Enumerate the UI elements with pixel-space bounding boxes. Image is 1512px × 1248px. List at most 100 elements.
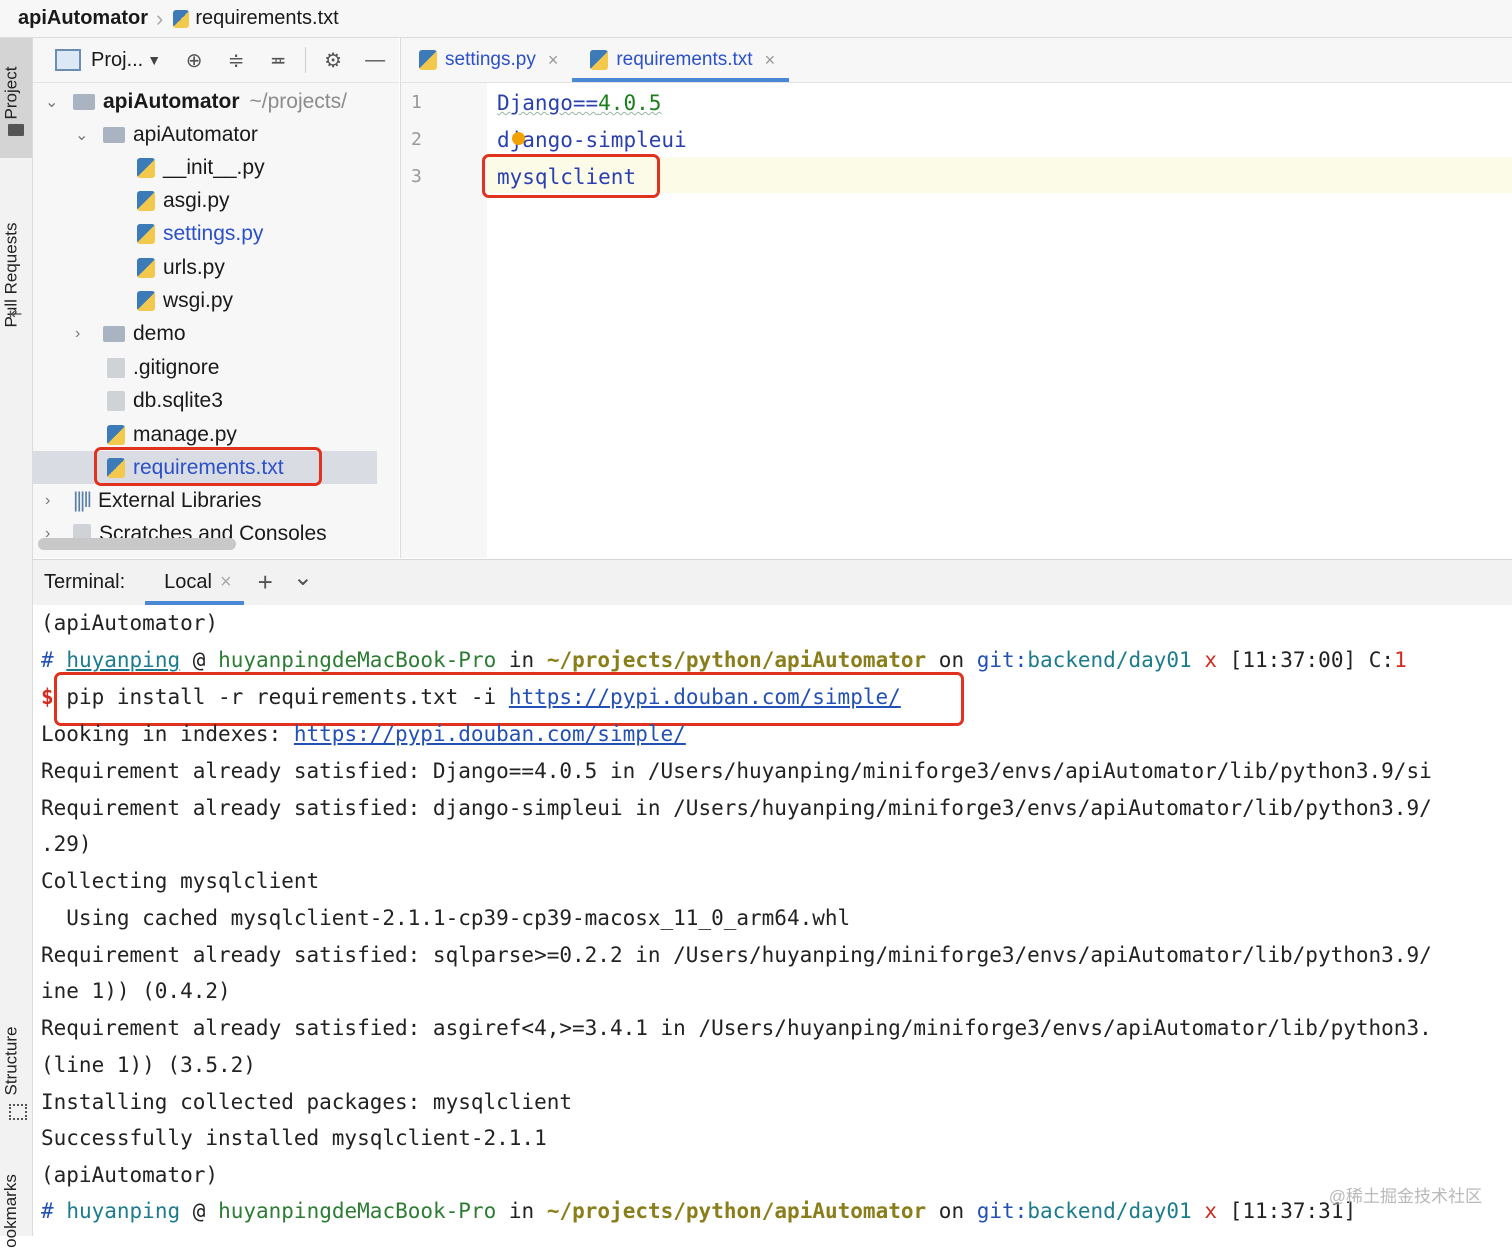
terminal-prompt-line: # huyanping @ huyanpingdeMacBook-Pro in …	[41, 648, 1407, 672]
terminal-output[interactable]: (apiAutomator) # huyanping @ huyanpingde…	[33, 605, 1512, 1236]
line-number: 3	[411, 166, 422, 187]
watermark: @稀土掘金技术社区	[1328, 1187, 1482, 1206]
pull-requests-tool-button[interactable]: Pull Requests	[0, 223, 32, 328]
terminal-output-line: Looking in indexes: https://pypi.douban.…	[41, 722, 686, 746]
collapse-all-icon[interactable]: ≖	[267, 49, 289, 72]
python-file-icon	[173, 9, 190, 28]
close-icon[interactable]: ×	[220, 571, 232, 594]
file-name: __init__.py	[163, 155, 265, 179]
package-folder-icon	[103, 126, 125, 143]
close-icon[interactable]: ×	[765, 50, 776, 71]
command-highlight-box	[54, 672, 964, 726]
terminal-output-line: Requirement already satisfied: sqlparse>…	[41, 943, 1432, 967]
terminal-prompt-line: # huyanping @ huyanpingdeMacBook-Pro in …	[41, 1199, 1357, 1223]
line-number: 1	[411, 92, 422, 113]
code-lines: Django==4.0.5 django-simpleui mysqlclien…	[482, 83, 1512, 223]
folder-icon	[73, 93, 95, 110]
structure-tool-button[interactable]: Structure	[0, 1027, 32, 1096]
terminal-output-line: (line 1)) (3.5.2)	[41, 1053, 256, 1077]
breadcrumb-separator: ›	[156, 5, 164, 31]
chevron-down-icon[interactable]: ⌄	[75, 125, 89, 145]
terminal-output-line: Collecting mysqlclient	[41, 869, 320, 893]
library-icon: |||‖	[73, 488, 92, 512]
folder-icon	[103, 325, 125, 342]
file-name: urls.py	[163, 255, 225, 279]
tool-window-stripe: Project Pull Requests ⇤ Structure ookmar…	[0, 38, 33, 1248]
terminal-env-line: (apiAutomator)	[41, 1163, 219, 1187]
root-folder-path: ~/projects/	[249, 89, 347, 113]
breadcrumb: apiAutomator › requirements.txt	[0, 0, 1512, 38]
python-file-icon	[137, 190, 155, 211]
chevron-right-icon[interactable]: ›	[75, 325, 89, 343]
locate-icon[interactable]: ⊕	[183, 49, 205, 72]
mysqlclient-highlight-box	[482, 154, 660, 198]
chevron-down-icon[interactable]: ▼	[147, 52, 161, 68]
chevron-down-icon[interactable]: ⌄	[293, 563, 313, 592]
external-libraries-label: External Libraries	[98, 488, 262, 512]
project-tool-button[interactable]: Project	[0, 67, 32, 120]
root-folder-name: apiAutomator	[103, 89, 240, 113]
tree-file-settings[interactable]: settings.py	[137, 217, 263, 250]
terminal-output-line: Requirement already satisfied: django-si…	[41, 796, 1432, 820]
project-tree: ⌄ apiAutomator ~/projects/ ⌄ apiAutomato…	[33, 83, 399, 558]
tree-file-gitignore[interactable]: .gitignore	[107, 351, 219, 384]
tree-package[interactable]: ⌄ apiAutomator	[75, 118, 258, 151]
python-file-icon	[107, 424, 125, 445]
requirements-highlight-box	[94, 447, 322, 486]
project-view-selector[interactable]: Proj...	[91, 49, 143, 72]
breadcrumb-file[interactable]: requirements.txt	[195, 7, 338, 30]
python-file-icon	[137, 223, 155, 244]
file-name: asgi.py	[163, 188, 230, 212]
python-file-icon	[137, 290, 155, 311]
terminal-output-line: Using cached mysqlclient-2.1.1-cp39-cp39…	[41, 906, 851, 930]
editor-tab-bar: settings.py × requirements.txt ×	[400, 38, 1512, 83]
tab-label: requirements.txt	[616, 49, 753, 70]
hide-icon[interactable]: —	[364, 49, 386, 71]
breadcrumb-project[interactable]: apiAutomator	[18, 7, 148, 30]
pull-request-icon: ⇤	[9, 306, 23, 323]
tree-external-libraries[interactable]: › |||‖ External Libraries	[45, 484, 261, 517]
tab-settings[interactable]: settings.py ×	[401, 38, 572, 82]
requirements-file-icon	[590, 50, 609, 70]
tree-root[interactable]: ⌄ apiAutomator ~/projects/	[45, 85, 347, 118]
file-name: db.sqlite3	[133, 388, 223, 412]
bookmarks-tool-button[interactable]: ookmarks	[0, 1174, 32, 1248]
folder-name: demo	[133, 321, 186, 345]
horizontal-scrollbar[interactable]	[38, 538, 236, 550]
tree-file-urls[interactable]: urls.py	[137, 251, 225, 284]
tree-folder-demo[interactable]: › demo	[75, 317, 186, 350]
python-file-icon	[419, 50, 437, 70]
python-file-icon	[137, 157, 155, 178]
toolbar-divider	[305, 47, 307, 73]
expand-all-icon[interactable]: ≑	[225, 49, 247, 72]
terminal-header: Terminal: Local × + ⌄	[33, 559, 1512, 606]
close-icon[interactable]: ×	[548, 50, 559, 71]
python-file-icon	[137, 257, 155, 278]
tab-requirements[interactable]: requirements.txt ×	[572, 38, 789, 82]
tab-label: settings.py	[445, 49, 536, 70]
terminal-output-line: Requirement already satisfied: asgiref<4…	[41, 1016, 1432, 1040]
gear-icon[interactable]: ⚙	[322, 49, 344, 72]
terminal-output-line: Installing collected packages: mysqlclie…	[41, 1090, 573, 1114]
file-name: manage.py	[133, 422, 237, 446]
pypi-link[interactable]: https://pypi.douban.com/simple/	[294, 722, 686, 746]
chevron-right-icon[interactable]: ›	[45, 492, 59, 510]
tab-label: Local	[164, 571, 212, 593]
editor-gutter: 1 2 3	[400, 83, 488, 558]
tree-file-wsgi[interactable]: wsgi.py	[137, 284, 233, 317]
intention-bulb-icon[interactable]	[512, 132, 525, 145]
tree-file-asgi[interactable]: asgi.py	[137, 184, 230, 217]
tree-file-init[interactable]: __init__.py	[137, 151, 265, 184]
structure-icon	[9, 1104, 27, 1120]
line-number: 2	[411, 129, 422, 150]
code-line-1[interactable]: Django==4.0.5	[497, 91, 661, 115]
add-terminal-icon[interactable]: +	[258, 567, 273, 598]
code-line-2[interactable]: django-simpleui	[497, 128, 687, 152]
tree-file-db[interactable]: db.sqlite3	[107, 384, 223, 417]
tab-local[interactable]: Local ×	[145, 560, 244, 605]
terminal-output-line: .29)	[41, 832, 92, 856]
ignore-file-icon	[107, 357, 125, 378]
project-view-icon	[55, 49, 81, 71]
chevron-down-icon[interactable]: ⌄	[45, 92, 59, 112]
file-name: .gitignore	[133, 355, 220, 379]
